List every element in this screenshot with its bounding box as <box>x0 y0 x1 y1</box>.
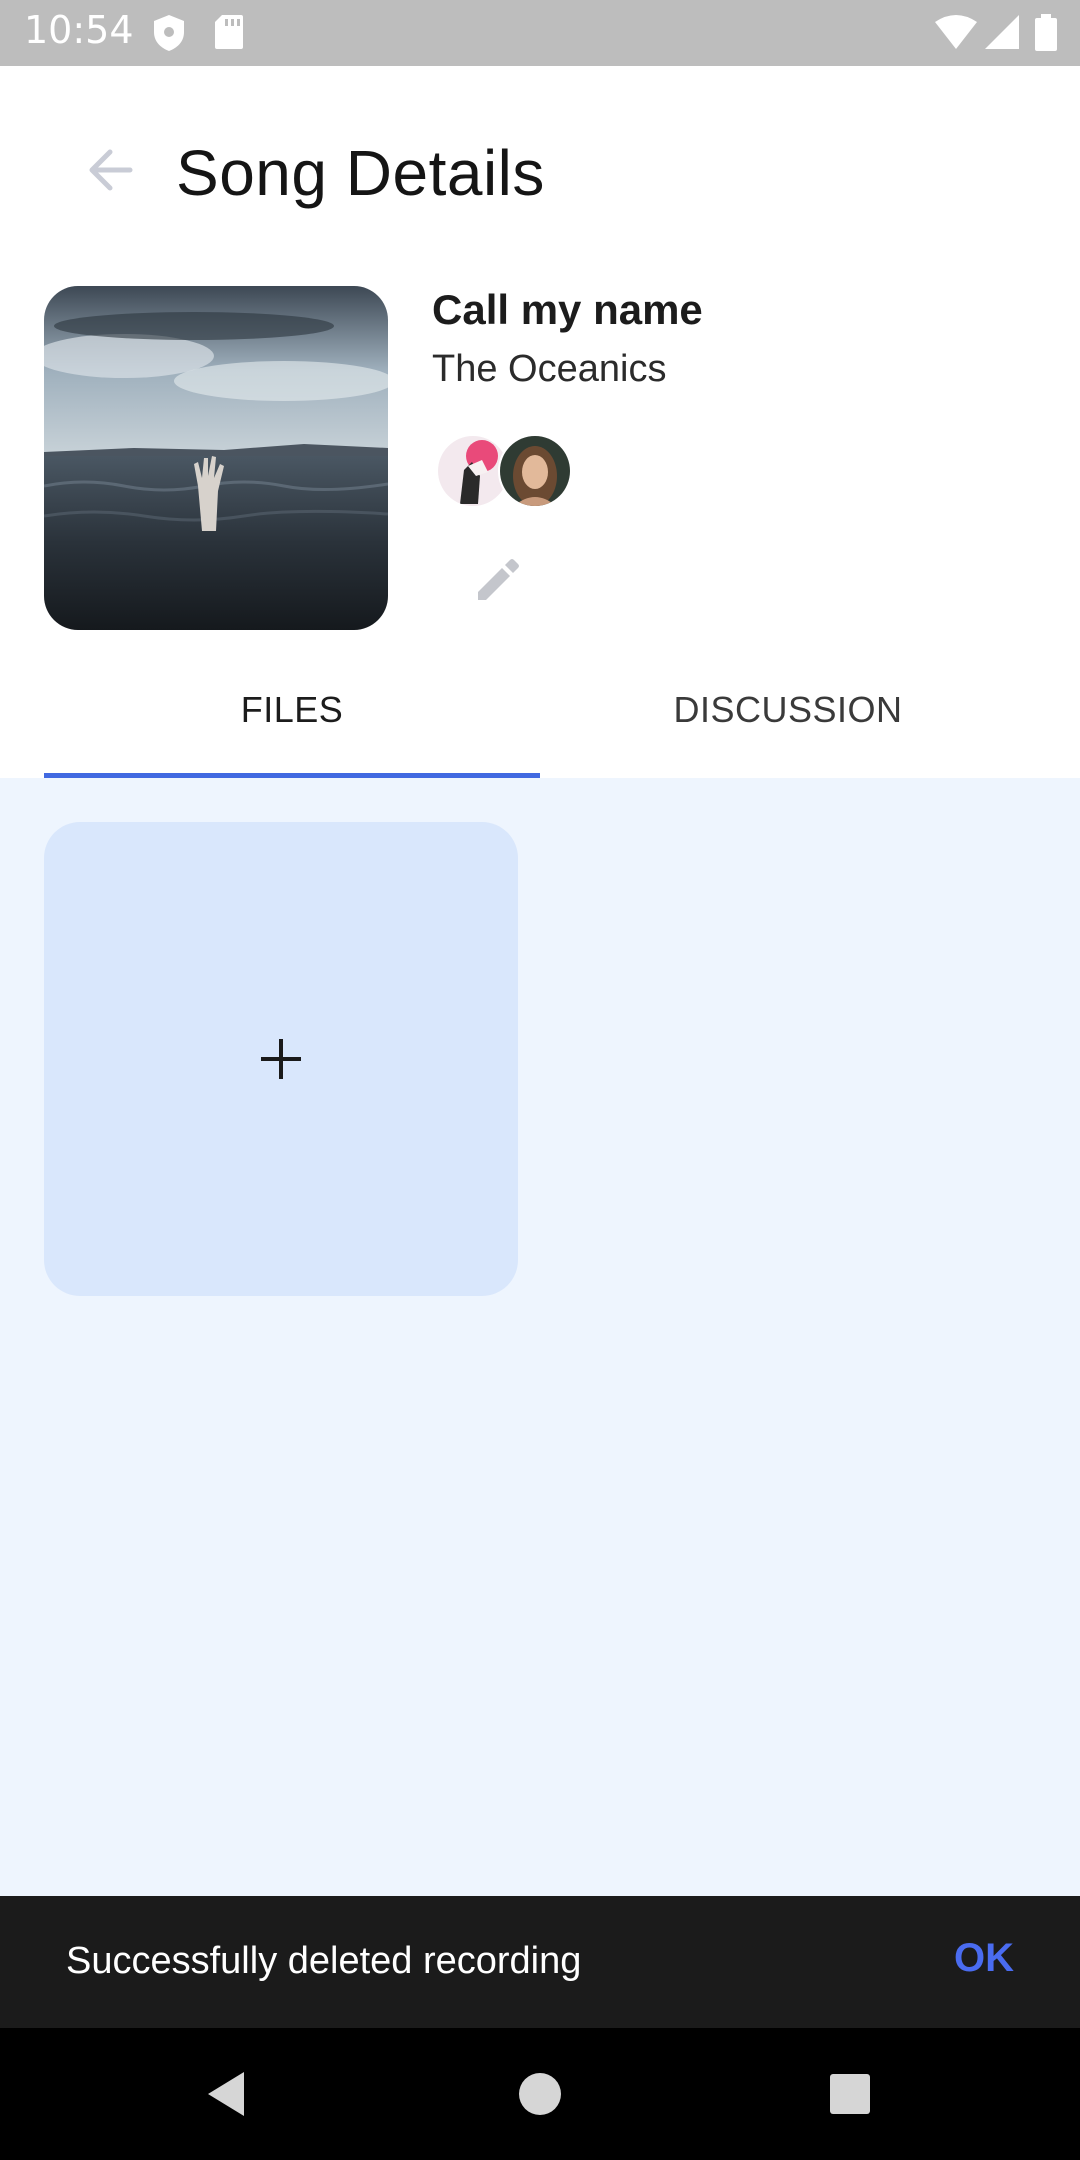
tab-files[interactable]: FILES <box>44 660 540 778</box>
song-title: Call my name <box>432 286 703 333</box>
shield-icon <box>152 14 186 57</box>
page-title: Song Details <box>176 137 545 209</box>
pencil-icon <box>470 559 526 612</box>
nav-recents-icon[interactable] <box>820 2064 880 2124</box>
battery-icon <box>1034 14 1058 57</box>
nav-back-icon[interactable] <box>198 2064 258 2124</box>
files-panel <box>0 778 1080 1896</box>
add-file-button[interactable] <box>44 822 518 1296</box>
wifi-icon <box>934 14 978 55</box>
snackbar: Successfully deleted recording OK <box>0 1896 1080 2028</box>
arrow-back-icon <box>80 149 140 204</box>
status-time: 10:54 <box>24 8 134 52</box>
tab-bar: FILES DISCUSSION <box>44 660 1036 778</box>
collaborator-avatars[interactable] <box>436 434 596 508</box>
song-cover-image <box>44 286 388 630</box>
edit-song-button[interactable] <box>470 552 526 608</box>
nav-home-icon[interactable] <box>510 2064 570 2124</box>
system-nav-bar <box>0 2028 1080 2160</box>
sd-card-icon <box>214 14 244 55</box>
back-button[interactable] <box>80 140 140 200</box>
artist-name: The Oceanics <box>432 348 667 390</box>
tab-discussion[interactable]: DISCUSSION <box>540 660 1036 778</box>
snackbar-ok-button[interactable]: OK <box>954 1936 1014 1981</box>
collaborator-avatar-2[interactable] <box>498 434 572 508</box>
signal-icon <box>984 14 1020 55</box>
snackbar-message: Successfully deleted recording <box>66 1940 582 1982</box>
status-bar: 10:54 <box>0 0 1080 66</box>
